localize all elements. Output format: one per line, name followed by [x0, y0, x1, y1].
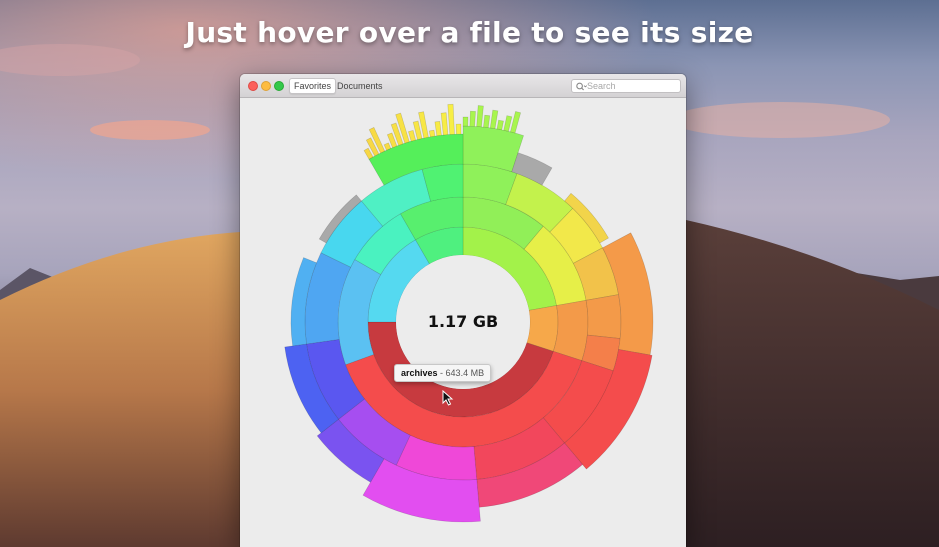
search-field[interactable] — [571, 79, 681, 93]
segment-spike[interactable] — [428, 129, 436, 138]
segment-spike[interactable] — [434, 121, 442, 137]
segment-spike[interactable] — [483, 114, 491, 128]
segment-spike[interactable] — [462, 116, 469, 127]
segment-spike[interactable] — [503, 115, 513, 132]
search-input[interactable] — [587, 80, 679, 92]
segment-spike[interactable] — [476, 105, 484, 128]
close-button[interactable] — [248, 81, 258, 91]
segment-spike[interactable] — [447, 103, 455, 135]
segment-spike[interactable] — [489, 109, 499, 129]
minimize-button[interactable] — [261, 81, 271, 91]
title-bar: Favorites Documents — [240, 74, 686, 98]
segment-spike[interactable] — [455, 123, 462, 135]
tooltip-folder-name: archives — [401, 368, 438, 378]
disk-usage-view: 1.17 GB archives - 643.4 MB — [240, 99, 686, 547]
segment-depth2[interactable] — [552, 299, 589, 362]
hover-tooltip: archives - 643.4 MB — [394, 364, 492, 382]
headline: Just hover over a file to see its size — [185, 16, 754, 49]
search-icon — [576, 82, 587, 91]
segment-spike[interactable] — [510, 111, 521, 134]
segment-spike[interactable] — [383, 142, 392, 151]
mouse-pointer-icon — [442, 390, 454, 406]
tooltip-size: 643.4 MB — [445, 368, 485, 378]
total-size-label: 1.17 GB — [427, 312, 499, 331]
tab-favorites[interactable]: Favorites — [289, 78, 337, 94]
zoom-button[interactable] — [274, 81, 284, 91]
segment-spike[interactable] — [496, 119, 504, 131]
tab-documents[interactable]: Documents — [333, 78, 387, 94]
segment-spike[interactable] — [440, 112, 449, 136]
app-window: Favorites Documents 1.17 GB archives - 6… — [240, 74, 686, 547]
segment-spike[interactable] — [469, 110, 476, 127]
segment-spike[interactable] — [408, 130, 416, 142]
segment-depth3[interactable] — [585, 294, 622, 339]
